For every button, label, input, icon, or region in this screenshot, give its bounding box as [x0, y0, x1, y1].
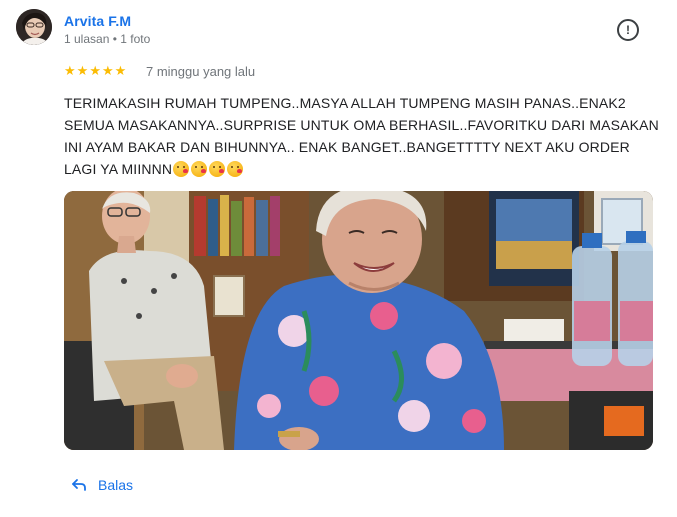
face-blowing-kiss-icon	[191, 161, 208, 177]
review-text: TERIMAKASIH RUMAH TUMPENG..MASYA ALLAH T…	[64, 95, 659, 177]
star-rating: ★ ★ ★ ★ ★	[64, 63, 126, 79]
face-blowing-kiss-icon	[227, 161, 244, 177]
review-text-block: TERIMAKASIH RUMAH TUMPENG..MASYA ALLAH T…	[64, 92, 664, 180]
star-icon: ★	[101, 63, 114, 78]
reply-label: Balas	[98, 477, 134, 493]
star-icon: ★	[89, 63, 101, 78]
face-blowing-kiss-icon	[173, 161, 190, 177]
star-icon: ★	[76, 63, 89, 78]
reviewer-avatar[interactable]	[16, 9, 52, 45]
reply-icon	[72, 479, 86, 491]
review-photo[interactable]	[64, 191, 653, 450]
reply-button[interactable]: Balas	[70, 476, 133, 494]
review-time: 7 minggu yang lalu	[146, 64, 256, 79]
reviewer-meta: 1 ulasan • 1 foto	[64, 32, 151, 46]
face-blowing-kiss-icon	[209, 161, 226, 177]
star-icon: ★	[64, 63, 76, 78]
emoji-group	[173, 161, 244, 177]
reviewer-name[interactable]: Arvita F.M	[64, 13, 131, 29]
star-icon: ★	[114, 63, 127, 78]
report-icon[interactable]: !	[617, 19, 639, 41]
